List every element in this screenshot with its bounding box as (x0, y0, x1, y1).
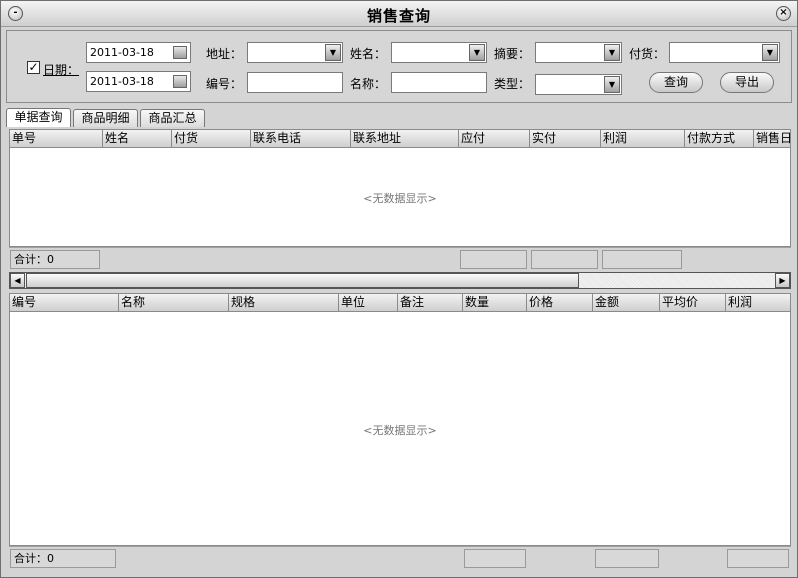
type-label: 类型： (494, 77, 531, 91)
calendar-icon[interactable] (173, 46, 187, 59)
triangle-down-icon[interactable]: ▼ (762, 44, 778, 61)
triangle-left-icon[interactable]: ◀ (10, 273, 25, 288)
query-button[interactable]: 查询 (649, 72, 703, 93)
triangle-down-icon[interactable]: ▼ (604, 44, 620, 61)
payment-label: 付货： (629, 47, 666, 61)
export-button[interactable]: 导出 (720, 72, 774, 93)
code-label: 编号： (206, 77, 243, 91)
filter-panel: ✓ 日期： 2011-03-18 2011-03-18 地址： ▼ 编号： 姓名… (6, 30, 792, 103)
scrollbar-thumb[interactable] (26, 273, 579, 288)
date-from-value: 2011-03-18 (90, 46, 154, 59)
column-header[interactable]: 利润 (726, 294, 790, 311)
orders-total: 合计：0 (10, 250, 100, 269)
column-header[interactable]: 实付 (530, 130, 601, 147)
tab-item-detail[interactable]: 商品明细 (73, 109, 138, 127)
column-header[interactable]: 付货 (172, 130, 251, 147)
items-grid-header: 编号 名称 规格 单位 备注 数量 价格 金额 平均价 利润 (10, 294, 790, 312)
footer-cell (531, 250, 598, 269)
calendar-icon[interactable] (173, 75, 187, 88)
title-label: 名称： (350, 77, 387, 91)
date-label: 日期： (43, 63, 80, 77)
column-header[interactable]: 价格 (527, 294, 593, 311)
footer-cell (602, 250, 682, 269)
date-to-field[interactable]: 2011-03-18 (86, 71, 191, 92)
date-checkbox[interactable]: ✓ (27, 61, 40, 74)
empty-message: <无数据显示> (363, 424, 437, 437)
column-header[interactable]: 平均价 (660, 294, 726, 311)
items-grid-footer: 合计：0 (9, 546, 791, 570)
column-header[interactable]: 单位 (339, 294, 398, 311)
type-combo[interactable]: ▼ (535, 74, 622, 95)
sales-query-window: - 销售查询 × ✓ 日期： 2011-03-18 2011-03-18 地址：… (0, 0, 798, 578)
footer-cell (727, 549, 789, 568)
triangle-down-icon[interactable]: ▼ (325, 44, 341, 61)
column-header[interactable]: 金额 (593, 294, 660, 311)
orders-grid[interactable]: 单号 姓名 付货 联系电话 联系地址 应付 实付 利润 付款方式 销售日 <无数… (9, 129, 791, 247)
column-header[interactable]: 单号 (10, 130, 103, 147)
payment-combo[interactable]: ▼ (669, 42, 780, 63)
name-combo[interactable]: ▼ (391, 42, 487, 63)
summary-combo[interactable]: ▼ (535, 42, 622, 63)
column-header[interactable]: 备注 (398, 294, 463, 311)
title-input[interactable] (391, 72, 487, 93)
column-header[interactable]: 利润 (601, 130, 685, 147)
orders-grid-header: 单号 姓名 付货 联系电话 联系地址 应付 实付 利润 付款方式 销售日 (10, 130, 790, 148)
column-header[interactable]: 姓名 (103, 130, 172, 147)
empty-message: <无数据显示> (363, 192, 437, 205)
date-from-field[interactable]: 2011-03-18 (86, 42, 191, 63)
triangle-right-icon[interactable]: ▶ (775, 273, 790, 288)
column-header[interactable]: 付款方式 (685, 130, 754, 147)
triangle-down-icon[interactable]: ▼ (604, 76, 620, 93)
footer-cell (464, 549, 526, 568)
footer-cell (595, 549, 659, 568)
tab-order-query[interactable]: 单据查询 (6, 108, 71, 127)
column-header[interactable]: 数量 (463, 294, 527, 311)
horizontal-scrollbar[interactable]: ◀ ▶ (9, 272, 791, 289)
items-total: 合计：0 (10, 549, 116, 568)
orders-grid-footer: 合计：0 (9, 247, 791, 269)
date-to-value: 2011-03-18 (90, 75, 154, 88)
address-label: 地址： (206, 47, 243, 61)
column-header[interactable]: 联系地址 (351, 130, 459, 147)
tab-item-summary[interactable]: 商品汇总 (140, 109, 205, 127)
column-header[interactable]: 编号 (10, 294, 119, 311)
summary-label: 摘要： (494, 47, 531, 61)
column-header[interactable]: 联系电话 (251, 130, 351, 147)
column-header[interactable]: 规格 (229, 294, 339, 311)
footer-cell (460, 250, 527, 269)
name-label: 姓名： (350, 47, 387, 61)
window-title: 销售查询 (366, 7, 431, 25)
column-header[interactable]: 应付 (459, 130, 530, 147)
address-combo[interactable]: ▼ (247, 42, 343, 63)
code-input[interactable] (247, 72, 343, 93)
column-header[interactable]: 销售日 (754, 130, 790, 147)
title-bar[interactable]: - 销售查询 × (1, 1, 797, 27)
close-icon[interactable]: × (776, 6, 791, 21)
items-grid[interactable]: 编号 名称 规格 单位 备注 数量 价格 金额 平均价 利润 <无数据显示> (9, 293, 791, 546)
column-header[interactable]: 名称 (119, 294, 229, 311)
triangle-down-icon[interactable]: ▼ (469, 44, 485, 61)
